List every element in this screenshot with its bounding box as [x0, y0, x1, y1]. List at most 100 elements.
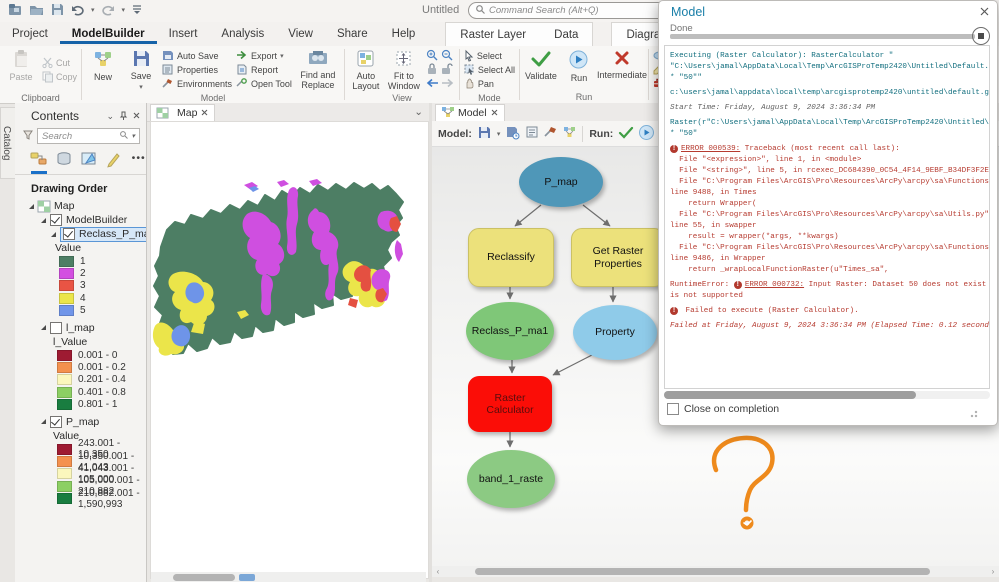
save-dropdown-icon[interactable]: ▾	[139, 84, 143, 91]
save-model-button[interactable]: Save▾	[124, 48, 158, 92]
map-horizontal-scrollbar[interactable]	[151, 572, 426, 582]
model-save-dropdown-icon[interactable]: ▾	[497, 130, 501, 138]
scroll-left-icon[interactable]: ‹	[432, 567, 444, 576]
pin-icon[interactable]	[120, 111, 127, 122]
tab-selection-icon[interactable]	[82, 152, 97, 174]
tab-insert[interactable]: Insert	[157, 24, 210, 44]
tab-view[interactable]: View	[276, 24, 325, 44]
dialog-horizontal-scrollbar[interactable]	[664, 391, 990, 399]
select-button[interactable]: Select	[464, 50, 515, 62]
error-code-link[interactable]: ERROR 000732:	[745, 281, 804, 289]
model-horizontal-scrollbar[interactable]: ‹ ›	[432, 566, 999, 577]
close-panel-icon[interactable]	[133, 111, 140, 122]
model-node-get-raster-properties[interactable]: Get Raster Properties	[571, 228, 665, 287]
map-view-tab[interactable]: Map	[150, 104, 215, 121]
tab-modelbuilder[interactable]: ModelBuilder	[60, 24, 157, 44]
dialog-close-icon[interactable]	[980, 7, 989, 19]
stop-button[interactable]	[972, 27, 990, 45]
model-node-reclass-p-ma1[interactable]: Reclass_P_ma1	[466, 302, 554, 360]
tab-raster-layer[interactable]: Raster Layer	[446, 25, 540, 45]
report-button[interactable]: Report	[236, 64, 292, 76]
model-node-raster-calculator[interactable]: Raster Calculator	[468, 376, 552, 432]
export-dropdown-icon[interactable]: ▾	[280, 52, 284, 60]
forward-arrow-icon[interactable]	[441, 78, 454, 91]
model-node-p-map[interactable]: P_map	[519, 157, 603, 207]
model-node-reclassify[interactable]: Reclassify	[468, 228, 554, 287]
filter-icon[interactable]	[23, 130, 33, 143]
tab-drawing-order-icon[interactable]	[31, 152, 47, 174]
auto-layout-button[interactable]: Auto Layout	[349, 48, 383, 92]
layer-pmap[interactable]: P_map	[15, 415, 146, 429]
undo-icon[interactable]	[71, 4, 84, 16]
open-project-icon[interactable]	[29, 3, 44, 16]
lmap-checkbox[interactable]	[50, 322, 62, 334]
map-tabstrip-chevron-icon[interactable]: ⌄	[414, 106, 429, 118]
save-project-icon[interactable]	[51, 3, 64, 16]
unlock-icon[interactable]	[441, 63, 453, 78]
tab-data-source-icon[interactable]	[57, 152, 72, 174]
contents-search-input[interactable]: Search ▾	[37, 128, 140, 144]
undo-dropdown-icon[interactable]: ▾	[91, 6, 95, 14]
pan-button[interactable]: Pan	[464, 78, 515, 90]
expander-icon[interactable]	[29, 204, 34, 209]
redo-icon[interactable]	[102, 4, 115, 16]
model-node-property[interactable]: Property	[573, 305, 657, 360]
select-all-button[interactable]: Select All	[464, 64, 515, 76]
back-arrow-icon[interactable]	[426, 78, 439, 91]
lock-icon[interactable]	[427, 63, 437, 78]
model-autosave-icon[interactable]	[506, 126, 520, 142]
redo-dropdown-icon[interactable]: ▾	[122, 6, 126, 14]
intermediate-button[interactable]: Intermediate	[600, 48, 644, 81]
open-tool-button[interactable]: Open Tool	[236, 78, 292, 90]
tab-editing-icon[interactable]	[107, 152, 122, 174]
close-on-completion-checkbox[interactable]	[667, 403, 679, 415]
layer-map[interactable]: Map	[15, 199, 146, 213]
model-save-icon[interactable]	[478, 126, 491, 142]
model-properties-icon[interactable]	[526, 126, 538, 141]
model-run-icon[interactable]	[639, 125, 654, 143]
paste-button[interactable]: Paste	[4, 48, 38, 83]
tab-project[interactable]: Project	[0, 24, 60, 44]
console-output[interactable]: Executing (Raster Calculator): RasterCal…	[664, 45, 990, 389]
model-layout-icon[interactable]	[563, 126, 576, 141]
expander-icon[interactable]	[51, 232, 56, 237]
dialog-resize-grip[interactable]	[970, 408, 980, 418]
tab-data[interactable]: Data	[540, 25, 592, 45]
layer-lmap[interactable]: l_map	[15, 321, 146, 335]
new-model-button[interactable]: New	[86, 48, 120, 83]
find-and-replace-button[interactable]: Find and Replace	[296, 48, 340, 91]
model-node-band-1-raste[interactable]: band_1_raste	[467, 450, 555, 508]
environments-button[interactable]: Environments	[162, 78, 232, 90]
copy-button[interactable]: Copy	[42, 71, 77, 83]
contents-search-dropdown-icon[interactable]: ▾	[131, 132, 135, 140]
more-tabs-icon[interactable]: •••	[131, 152, 146, 174]
zoom-out-icon[interactable]	[441, 49, 453, 64]
error-code-link[interactable]: ERROR 000539:	[681, 145, 740, 153]
layer-modelbuilder[interactable]: ModelBuilder	[15, 213, 146, 227]
model-validate-icon[interactable]	[619, 127, 633, 141]
cut-button[interactable]: Cut	[42, 57, 77, 69]
new-project-icon[interactable]	[8, 3, 22, 16]
model-view-tab[interactable]: Model	[435, 104, 505, 121]
export-button[interactable]: Export▾	[236, 50, 292, 62]
tab-help[interactable]: Help	[380, 24, 428, 44]
close-map-tab-icon[interactable]	[201, 107, 208, 119]
pmap-checkbox[interactable]	[50, 416, 62, 428]
expander-icon[interactable]	[41, 419, 46, 424]
model-environments-icon[interactable]	[544, 126, 557, 141]
scroll-right-icon[interactable]: ›	[987, 567, 999, 576]
fit-to-window-button[interactable]: Fit to Window	[387, 48, 421, 92]
panel-menu-chevron-icon[interactable]: ⌄	[106, 111, 114, 122]
command-search-input[interactable]: Command Search (Alt+Q)	[468, 2, 668, 19]
reclass-checkbox[interactable]	[63, 228, 75, 240]
run-button[interactable]: Run	[562, 48, 596, 84]
model-properties-button[interactable]: Properties	[162, 64, 232, 76]
tab-analysis[interactable]: Analysis	[209, 24, 276, 44]
validate-button[interactable]: Validate	[524, 48, 558, 82]
map-canvas[interactable]	[150, 121, 429, 579]
modelbuilder-checkbox[interactable]	[50, 214, 62, 226]
customize-toolbar-icon[interactable]	[132, 4, 142, 15]
close-model-tab-icon[interactable]	[491, 107, 498, 119]
auto-save-button[interactable]: Auto Save	[162, 50, 232, 62]
zoom-in-icon[interactable]	[426, 49, 438, 64]
